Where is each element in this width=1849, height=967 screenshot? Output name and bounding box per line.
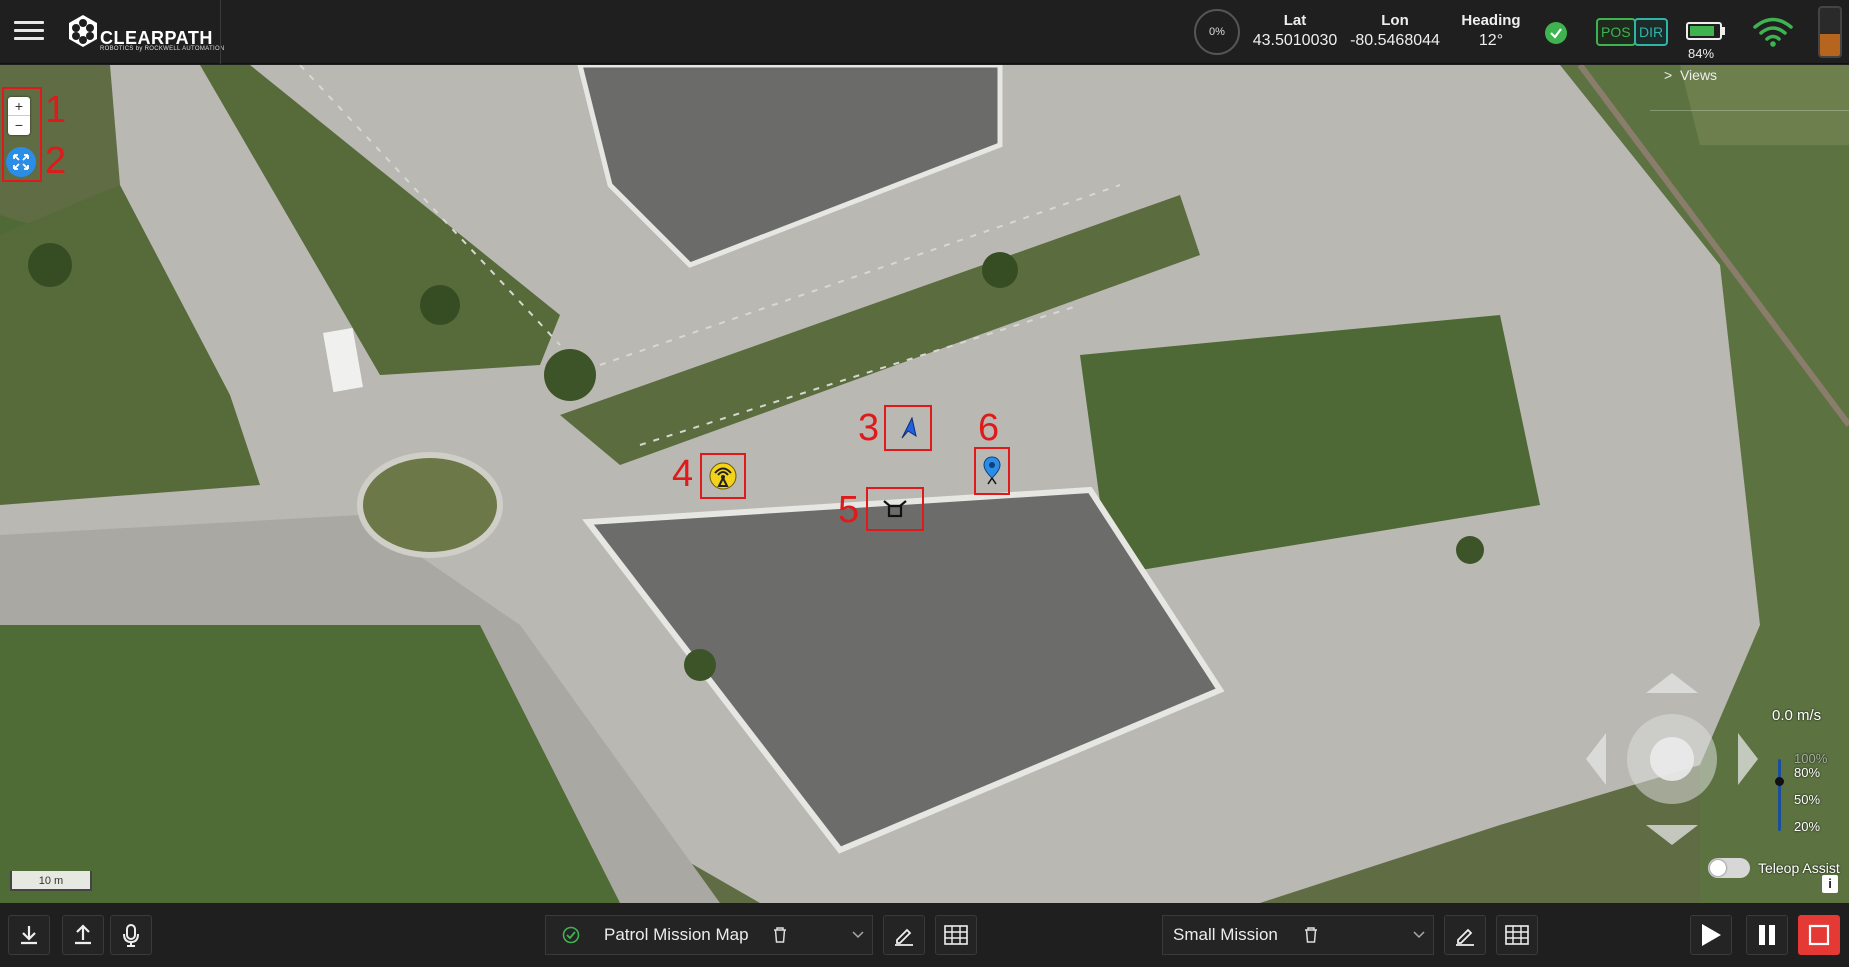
delete-mission-trash-icon[interactable] bbox=[1304, 927, 1318, 943]
annotation-label-3: 3 bbox=[858, 407, 880, 449]
battery-fill bbox=[1690, 26, 1714, 36]
annotation-label-5: 5 bbox=[838, 489, 860, 531]
battery-percent: 84% bbox=[1688, 46, 1715, 61]
play-button[interactable] bbox=[1690, 915, 1732, 955]
map-status-ok-icon bbox=[562, 926, 580, 944]
download-button[interactable] bbox=[8, 915, 50, 955]
base-station-icon[interactable] bbox=[702, 455, 744, 497]
speed-limit-track bbox=[1778, 759, 1781, 831]
teleop-joystick[interactable] bbox=[1582, 669, 1762, 849]
estop-level-indicator bbox=[1818, 6, 1842, 58]
joystick-knob[interactable] bbox=[1650, 737, 1694, 781]
chevron-down-icon bbox=[852, 931, 864, 939]
mission-progress-ring: 0% bbox=[1194, 9, 1240, 55]
download-icon bbox=[21, 926, 37, 945]
top-bar: CLEARPATH ROBOTICS by ROCKWELL AUTOMATIO… bbox=[0, 0, 1849, 64]
info-button[interactable]: i bbox=[1822, 875, 1838, 893]
joystick-up-arrow-icon[interactable] bbox=[1646, 673, 1698, 693]
waypoint-pin-icon[interactable] bbox=[976, 449, 1008, 493]
divider bbox=[220, 0, 221, 64]
robot-heading-arrow-icon[interactable] bbox=[886, 407, 930, 449]
bottom-bar: Patrol Mission Map Small Mission bbox=[0, 903, 1849, 967]
latitude-readout: Lat 43.5010030 bbox=[1250, 12, 1340, 50]
views-label: Views bbox=[1679, 67, 1718, 83]
chevron-down-icon bbox=[1413, 931, 1425, 939]
battery-icon bbox=[1686, 22, 1722, 40]
docking-station-icon[interactable] bbox=[868, 489, 922, 529]
delete-map-trash-icon[interactable] bbox=[773, 927, 787, 943]
views-panel-toggle[interactable]: > Views bbox=[1664, 67, 1717, 83]
map-select-value: Patrol Mission Map bbox=[604, 925, 749, 944]
wifi-signal-icon bbox=[1753, 17, 1793, 47]
estop-level-fill bbox=[1820, 34, 1840, 56]
annotation-label-1: 1 bbox=[45, 89, 67, 131]
pos-badge[interactable]: POS bbox=[1596, 18, 1636, 46]
mission-grid-button[interactable] bbox=[1496, 915, 1538, 955]
grid-icon bbox=[944, 925, 968, 945]
mission-select-value: Small Mission bbox=[1173, 925, 1278, 944]
aerial-imagery bbox=[0, 65, 1849, 903]
annotation-label-6: 6 bbox=[978, 407, 1000, 449]
lat-label: Lat bbox=[1283, 12, 1307, 29]
satellite-map[interactable]: + − 1 2 3 4 5 6 > Views 0.0 m/s 100% 80%… bbox=[0, 65, 1849, 903]
edit-icon bbox=[1456, 928, 1474, 946]
map-grid-button[interactable] bbox=[935, 915, 977, 955]
heading-value: 12° bbox=[1478, 32, 1504, 49]
clearpath-logo: CLEARPATH ROBOTICS by ROCKWELL AUTOMATIO… bbox=[66, 14, 224, 52]
dir-badge[interactable]: DIR bbox=[1634, 18, 1669, 46]
stop-icon bbox=[1808, 924, 1830, 946]
hamburger-menu-icon[interactable] bbox=[12, 16, 46, 46]
views-divider bbox=[1650, 110, 1849, 111]
map-select[interactable]: Patrol Mission Map bbox=[545, 915, 873, 955]
edit-icon bbox=[895, 928, 913, 946]
lon-value: -80.5468044 bbox=[1350, 32, 1440, 49]
joystick-right-arrow-icon[interactable] bbox=[1738, 733, 1758, 785]
teleop-assist-toggle[interactable] bbox=[1708, 858, 1750, 878]
speed-tick-100: 100% bbox=[1794, 751, 1828, 766]
heading-readout: Heading 12° bbox=[1452, 12, 1530, 50]
brand-subtitle: ROBOTICS by ROCKWELL AUTOMATION bbox=[100, 46, 225, 52]
teleop-assist: Teleop Assist bbox=[1708, 858, 1840, 878]
edit-map-button[interactable] bbox=[883, 915, 925, 955]
play-icon bbox=[1702, 924, 1721, 946]
annotation-label-2: 2 bbox=[45, 140, 67, 182]
battery-tip bbox=[1722, 27, 1725, 35]
annotation-box-zoom bbox=[2, 87, 42, 182]
joystick-left-arrow-icon[interactable] bbox=[1586, 733, 1606, 785]
pause-button[interactable] bbox=[1746, 915, 1788, 955]
teleop-assist-label: Teleop Assist bbox=[1758, 860, 1840, 876]
clearpath-hex-icon bbox=[69, 15, 97, 47]
stop-button[interactable] bbox=[1798, 915, 1840, 955]
microphone-button[interactable] bbox=[110, 915, 152, 955]
speed-tick-80: 80% bbox=[1794, 765, 1821, 780]
pause-icon bbox=[1759, 925, 1775, 945]
microphone-icon bbox=[123, 924, 139, 947]
status-ok-icon[interactable] bbox=[1545, 22, 1567, 44]
speed-limit-knob[interactable] bbox=[1775, 777, 1784, 786]
annotation-label-4: 4 bbox=[672, 453, 694, 495]
edit-mission-button[interactable] bbox=[1444, 915, 1486, 955]
map-scale-bar: 10 m bbox=[10, 871, 92, 891]
lon-label: Lon bbox=[1381, 12, 1409, 29]
joystick-down-arrow-icon[interactable] bbox=[1646, 825, 1698, 845]
upload-icon bbox=[75, 924, 91, 945]
heading-label: Heading bbox=[1461, 12, 1521, 29]
progress-percent: 0% bbox=[1209, 26, 1225, 38]
grid-icon bbox=[1505, 925, 1529, 945]
speed-limit-slider[interactable]: 100% 80% 50% 20% bbox=[1774, 751, 1834, 853]
speed-tick-20: 20% bbox=[1794, 819, 1821, 834]
speed-readout: 0.0 m/s bbox=[1772, 707, 1822, 724]
upload-button[interactable] bbox=[62, 915, 104, 955]
lat-value: 43.5010030 bbox=[1252, 32, 1338, 49]
speed-tick-50: 50% bbox=[1794, 792, 1821, 807]
chevron-right-icon: > bbox=[1664, 67, 1680, 83]
longitude-readout: Lon -80.5468044 bbox=[1346, 12, 1444, 50]
mission-select[interactable]: Small Mission bbox=[1162, 915, 1434, 955]
